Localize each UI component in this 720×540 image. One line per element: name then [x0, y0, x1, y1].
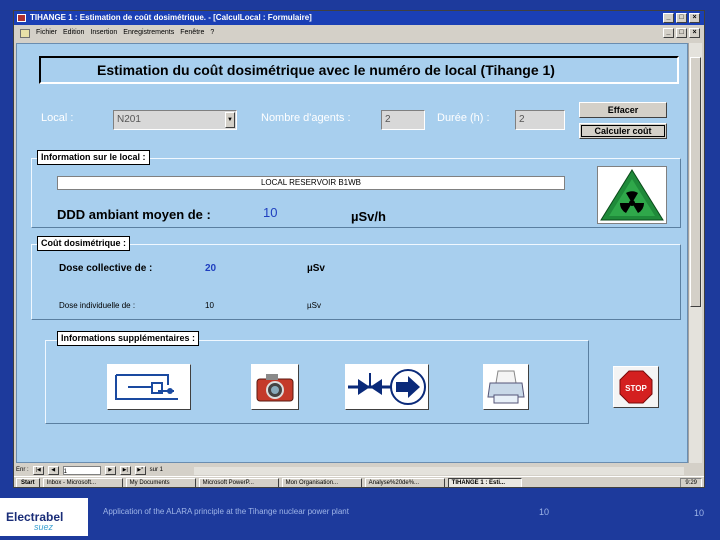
- local-value: N201: [117, 114, 141, 125]
- form-icon: [20, 29, 30, 38]
- valve-flow-icon: [346, 365, 428, 409]
- logo-sub: suez: [34, 522, 54, 532]
- menu-bar: Fichier Edition Insertion Enregistrement…: [14, 25, 704, 41]
- schematic-button[interactable]: [107, 364, 191, 410]
- ddd-unit: µSv/h: [351, 209, 386, 224]
- task-tihange[interactable]: TIHANGE 1 : Esti...: [447, 477, 522, 487]
- schematic-icon: [108, 365, 190, 409]
- new-record-button[interactable]: ▶*: [134, 466, 146, 475]
- menu-help[interactable]: ?: [210, 25, 214, 41]
- printer-icon: [484, 365, 528, 409]
- ddd-label: DDD ambiant moyen de :: [57, 207, 211, 222]
- access-app-icon: [17, 14, 26, 22]
- agents-value: 2: [385, 114, 391, 125]
- camera-icon: [252, 365, 298, 409]
- first-record-button[interactable]: |◀: [32, 466, 44, 475]
- task-powerpoint[interactable]: Microsoft PowerP...: [198, 477, 279, 487]
- info-local-title: Information sur le local :: [37, 150, 150, 165]
- prev-record-button[interactable]: ◀: [47, 466, 59, 475]
- dose-collective-unit: µSv: [307, 263, 325, 274]
- horizontal-scrollbar[interactable]: [194, 467, 684, 475]
- effacer-button[interactable]: Effacer: [579, 102, 667, 118]
- menu-fenetre[interactable]: Fenêtre: [180, 25, 204, 41]
- maximize-button[interactable]: □: [676, 13, 687, 23]
- next-record-button[interactable]: ▶: [104, 466, 116, 475]
- local-label: Local :: [41, 112, 74, 124]
- cout-title: Coût dosimétrique :: [37, 236, 130, 251]
- title-bar: TIHANGE 1 : Estimation de coût dosimétri…: [14, 11, 704, 25]
- vertical-scrollbar[interactable]: [688, 43, 702, 463]
- minimize-button[interactable]: _: [663, 13, 674, 23]
- stop-icon: STOP: [619, 370, 653, 404]
- camera-button[interactable]: [251, 364, 299, 410]
- dose-collective-label: Dose collective de :: [59, 263, 153, 274]
- form-header: Estimation du coût dosimétrique avec le …: [39, 56, 679, 84]
- menu-fichier[interactable]: Fichier: [36, 25, 57, 41]
- valve-flow-button[interactable]: [345, 364, 429, 410]
- footer-number: 10: [539, 507, 550, 517]
- info-supp-title: Informations supplémentaires :: [57, 331, 200, 346]
- record-total: sur 1: [149, 467, 164, 473]
- local-name-field: LOCAL RESERVOIR B1WB: [57, 176, 565, 190]
- task-organisation[interactable]: Mon Organisation...: [281, 477, 362, 487]
- chevron-down-icon[interactable]: ▼: [225, 112, 235, 128]
- clock: 9:29: [680, 478, 702, 487]
- ddd-value: 10: [263, 205, 278, 220]
- duree-value: 2: [519, 114, 525, 125]
- menu-edition[interactable]: Edition: [63, 25, 84, 41]
- record-position-field[interactable]: 1: [62, 466, 101, 475]
- doc-close-button[interactable]: ×: [689, 28, 700, 38]
- menu-enregistrements[interactable]: Enregistrements: [123, 25, 174, 41]
- slide-number: 10: [694, 508, 705, 518]
- app-window: TIHANGE 1 : Estimation de coût dosimétri…: [13, 10, 705, 488]
- scrollbar-thumb[interactable]: [690, 57, 701, 307]
- task-my-documents[interactable]: My Documents: [125, 477, 196, 487]
- dose-individuelle-label: Dose individuelle de :: [59, 301, 136, 310]
- dose-individuelle-value: 10: [205, 301, 214, 310]
- menu-insertion[interactable]: Insertion: [90, 25, 117, 41]
- task-analyse[interactable]: Analyse%20de%...: [364, 477, 445, 487]
- task-inbox[interactable]: Inbox - Microsoft...: [42, 477, 123, 487]
- last-record-button[interactable]: ▶|: [119, 466, 131, 475]
- stop-label: STOP: [625, 384, 647, 393]
- start-button[interactable]: Start: [16, 477, 40, 487]
- footer-caption: Application of the ALARA principle at th…: [103, 507, 349, 516]
- calculer-cout-button[interactable]: Calculer coût: [579, 123, 667, 139]
- taskbar: Start Inbox - Microsoft... My Documents …: [14, 476, 704, 487]
- dose-collective-value: 20: [205, 263, 217, 274]
- dose-individuelle-unit: µSv: [307, 301, 321, 310]
- agents-label: Nombre d'agents :: [261, 112, 351, 124]
- local-combobox[interactable]: N201 ▼: [113, 110, 237, 130]
- record-nav-label: Enr :: [16, 467, 29, 473]
- doc-minimize-button[interactable]: _: [663, 28, 674, 38]
- doc-maximize-button[interactable]: □: [676, 28, 687, 38]
- duree-label: Durée (h) :: [437, 112, 490, 124]
- radiation-warning-icon: [597, 166, 667, 224]
- window-title: TIHANGE 1 : Estimation de coût dosimétri…: [30, 13, 312, 22]
- close-button[interactable]: ×: [689, 13, 700, 23]
- printer-button[interactable]: [483, 364, 529, 410]
- duree-field[interactable]: 2: [515, 110, 565, 130]
- agents-field[interactable]: 2: [381, 110, 425, 130]
- stop-button[interactable]: STOP: [613, 366, 659, 408]
- calcul-local-form: Estimation du coût dosimétrique avec le …: [16, 43, 688, 463]
